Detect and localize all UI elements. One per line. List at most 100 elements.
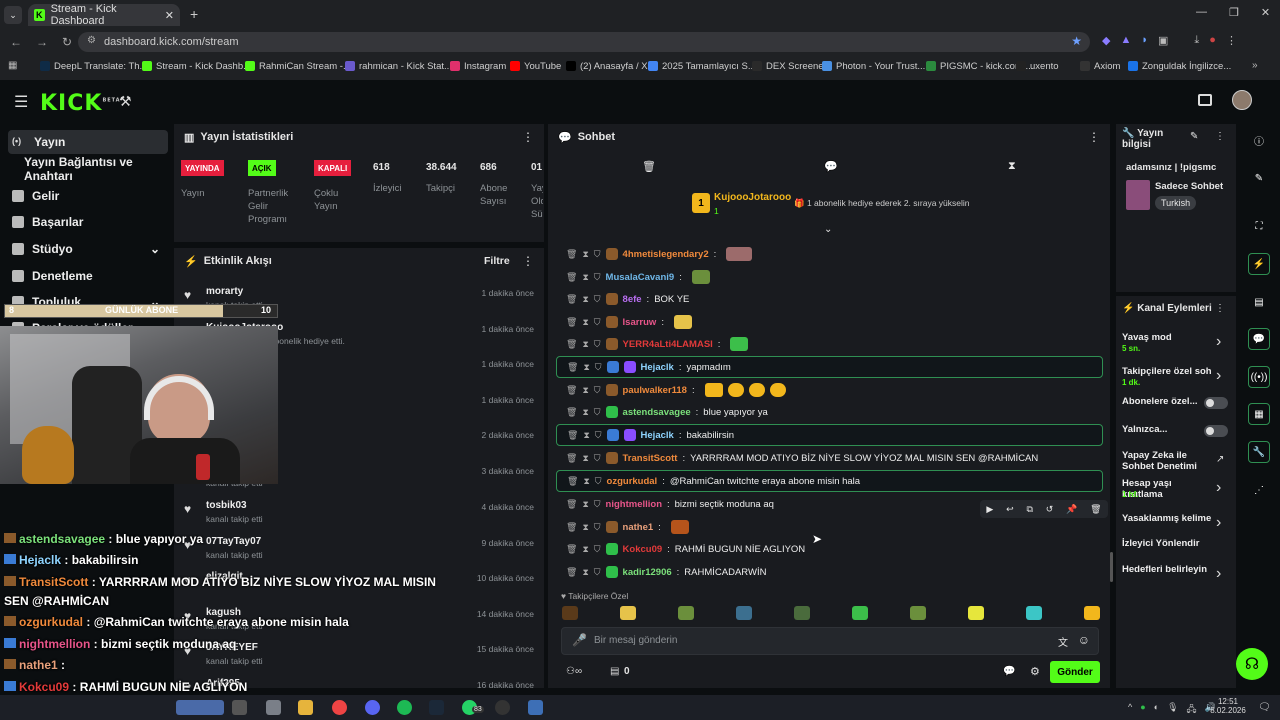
shield-icon[interactable]: ⛉ <box>594 453 601 464</box>
shield-icon[interactable]: ⛉ <box>594 294 601 305</box>
avatar[interactable] <box>1232 90 1252 110</box>
copy-icon[interactable]: ⧉ <box>1027 504 1033 515</box>
hourglass-icon[interactable]: ⧗ <box>583 362 589 373</box>
activity-more-icon[interactable]: ⋮ <box>522 254 534 268</box>
emote-icon[interactable] <box>620 606 636 620</box>
hourglass-icon[interactable]: ⧗ <box>582 294 588 305</box>
close-tab-icon[interactable]: ✕ <box>165 9 174 22</box>
chat-more-icon[interactable]: ⋮ <box>1088 130 1100 144</box>
shield-icon[interactable]: ⛉ <box>594 317 601 328</box>
stats-more-icon[interactable]: ⋮ <box>522 130 534 144</box>
chat-username[interactable]: Hejaclk <box>641 362 674 373</box>
sidebar-item-1[interactable]: Yayın Bağlantısı ve Anahtarı <box>8 155 168 183</box>
back-icon[interactable]: ← <box>10 35 22 49</box>
sidebar-item-3[interactable]: Başarılar <box>8 210 168 234</box>
external-link-icon[interactable]: ↗ <box>1216 454 1224 465</box>
category-name[interactable]: Sadece Sohbet <box>1155 181 1223 192</box>
info-more-icon[interactable]: ⋮ <box>1215 131 1225 142</box>
taskbar-thumbnail[interactable] <box>176 700 224 715</box>
bookmark-item[interactable]: uxento <box>1016 58 1059 74</box>
sidebar-item-2[interactable]: Gelir <box>8 184 168 208</box>
shield-icon[interactable]: ⛉ <box>594 272 601 283</box>
kick-logo[interactable]: KICKBETA <box>40 91 121 116</box>
trash-icon[interactable]: 🗑 <box>642 160 656 173</box>
emote-icon[interactable] <box>1084 606 1100 620</box>
trash-icon[interactable]: 🗑 <box>566 407 577 418</box>
bookmark-item[interactable]: 2025 Tamamlayıcı S... <box>648 58 756 74</box>
download-icon[interactable]: ⤓ <box>1194 34 1199 47</box>
action-label[interactable]: Takipçilere özel soh <box>1122 366 1212 377</box>
shield-icon[interactable]: ⛉ <box>595 430 602 441</box>
filter-button[interactable]: Filtre <box>484 255 510 267</box>
extensions-icon[interactable]: ▣ <box>1158 34 1168 47</box>
task-view-icon[interactable] <box>232 700 247 715</box>
users-infinity-icon[interactable]: ⚇∞ <box>566 666 582 677</box>
minimize-icon[interactable]: — <box>1196 6 1207 19</box>
shield-icon[interactable]: ⛉ <box>595 362 602 373</box>
shield-icon[interactable]: ⛉ <box>594 385 601 396</box>
extension-2-icon[interactable]: ▲ <box>1120 34 1131 47</box>
shield-icon[interactable]: ⛉ <box>594 339 601 350</box>
crop-icon[interactable]: ⛶ <box>1248 215 1270 237</box>
hourglass-icon[interactable]: ⧗ <box>582 522 588 533</box>
trash-icon[interactable]: 🗑 <box>566 294 577 305</box>
forward-icon[interactable]: → <box>36 35 48 49</box>
profile-icon[interactable]: ● <box>1209 34 1216 47</box>
chat-mode-icon[interactable]: 💬 <box>824 160 838 173</box>
activity-username[interactable]: morarty <box>206 286 243 297</box>
chat-settings-bubble-icon[interactable]: 💬 <box>1003 666 1015 677</box>
tray-status-icon[interactable]: ● <box>1140 702 1145 718</box>
address-bar[interactable]: ⚙ dashboard.kick.com/stream ★ <box>78 32 1090 52</box>
edit-pencil-icon[interactable]: ✎ <box>1190 131 1198 142</box>
hourglass-icon[interactable]: ⧗ <box>582 272 588 283</box>
chat-rail-icon[interactable]: 💬 <box>1248 328 1270 350</box>
reload-icon[interactable]: ↻ <box>62 35 72 49</box>
hourglass-icon[interactable]: ⧗ <box>583 430 589 441</box>
chat-username[interactable]: Isarruw <box>623 317 657 328</box>
lightning-rail-icon[interactable]: ⚡ <box>1248 253 1270 275</box>
trash-icon[interactable]: 🗑 <box>567 430 578 441</box>
action-label[interactable]: Abonelere özel... <box>1122 396 1212 407</box>
steam-icon[interactable] <box>429 700 444 715</box>
play-icon[interactable]: ▶ <box>986 504 993 515</box>
bookmark-item[interactable]: DEX Screener <box>752 58 827 74</box>
hourglass-icon[interactable]: ⧗ <box>582 453 588 464</box>
hourglass-icon[interactable]: ⧗ <box>582 407 588 418</box>
sidebar-item-5[interactable]: Denetleme <box>8 264 168 288</box>
notifications-icon[interactable]: 🗨 <box>1258 702 1271 713</box>
activity-username[interactable]: 07TayTay07 <box>206 536 261 547</box>
trash-icon[interactable]: 🗑 <box>566 385 577 396</box>
bookmark-item[interactable]: YouTube <box>510 58 561 74</box>
activity-username[interactable]: tosbik03 <box>206 500 247 511</box>
shield-icon[interactable]: ⛉ <box>594 544 601 555</box>
tab-menu-icon[interactable]: ⌄ <box>4 6 22 24</box>
hourglass-icon[interactable]: ⧗ <box>582 317 588 328</box>
emote-icon[interactable] <box>968 606 984 620</box>
trash-icon[interactable]: 🗑 <box>566 499 577 510</box>
support-headset-icon[interactable]: ☊ <box>1236 648 1268 680</box>
shield-icon[interactable]: ⛉ <box>594 407 601 418</box>
trash-icon[interactable]: 🗑 <box>566 339 577 350</box>
network-icon[interactable]: 🖧 <box>1187 702 1197 718</box>
emote-icon[interactable] <box>794 606 810 620</box>
shield-icon[interactable]: ⛉ <box>594 567 601 578</box>
trash-icon[interactable]: 🗑 <box>566 249 577 260</box>
folder-icon[interactable] <box>298 700 313 715</box>
actions-more-icon[interactable]: ⋮ <box>1215 303 1225 314</box>
send-button[interactable]: Gönder <box>1050 661 1100 683</box>
action-label[interactable]: Yapay Zeka ile Sohbet Denetimi <box>1122 450 1212 472</box>
spotify-icon[interactable] <box>397 700 412 715</box>
site-info-icon[interactable]: ⚙ <box>87 35 96 46</box>
action-label[interactable]: İzleyici Yönlendir <box>1122 538 1212 549</box>
trash-icon[interactable]: 🗑 <box>567 476 578 487</box>
chat-username[interactable]: nightmellion <box>606 499 662 510</box>
tray-app-icon[interactable]: ◐ <box>1154 702 1159 718</box>
chevron-right-icon[interactable]: › <box>1216 565 1221 583</box>
chat-input[interactable]: 🎤 Bir mesaj gönderin 文 ☺ <box>561 627 1099 655</box>
emote-icon[interactable] <box>852 606 868 620</box>
chat-username[interactable]: kadir12906 <box>623 567 672 578</box>
chat-username[interactable]: MusalaCavani9 <box>606 272 675 283</box>
emote-icon[interactable] <box>678 606 694 620</box>
trash-icon[interactable]: 🗑 <box>566 544 577 555</box>
emote-icon[interactable] <box>1026 606 1042 620</box>
